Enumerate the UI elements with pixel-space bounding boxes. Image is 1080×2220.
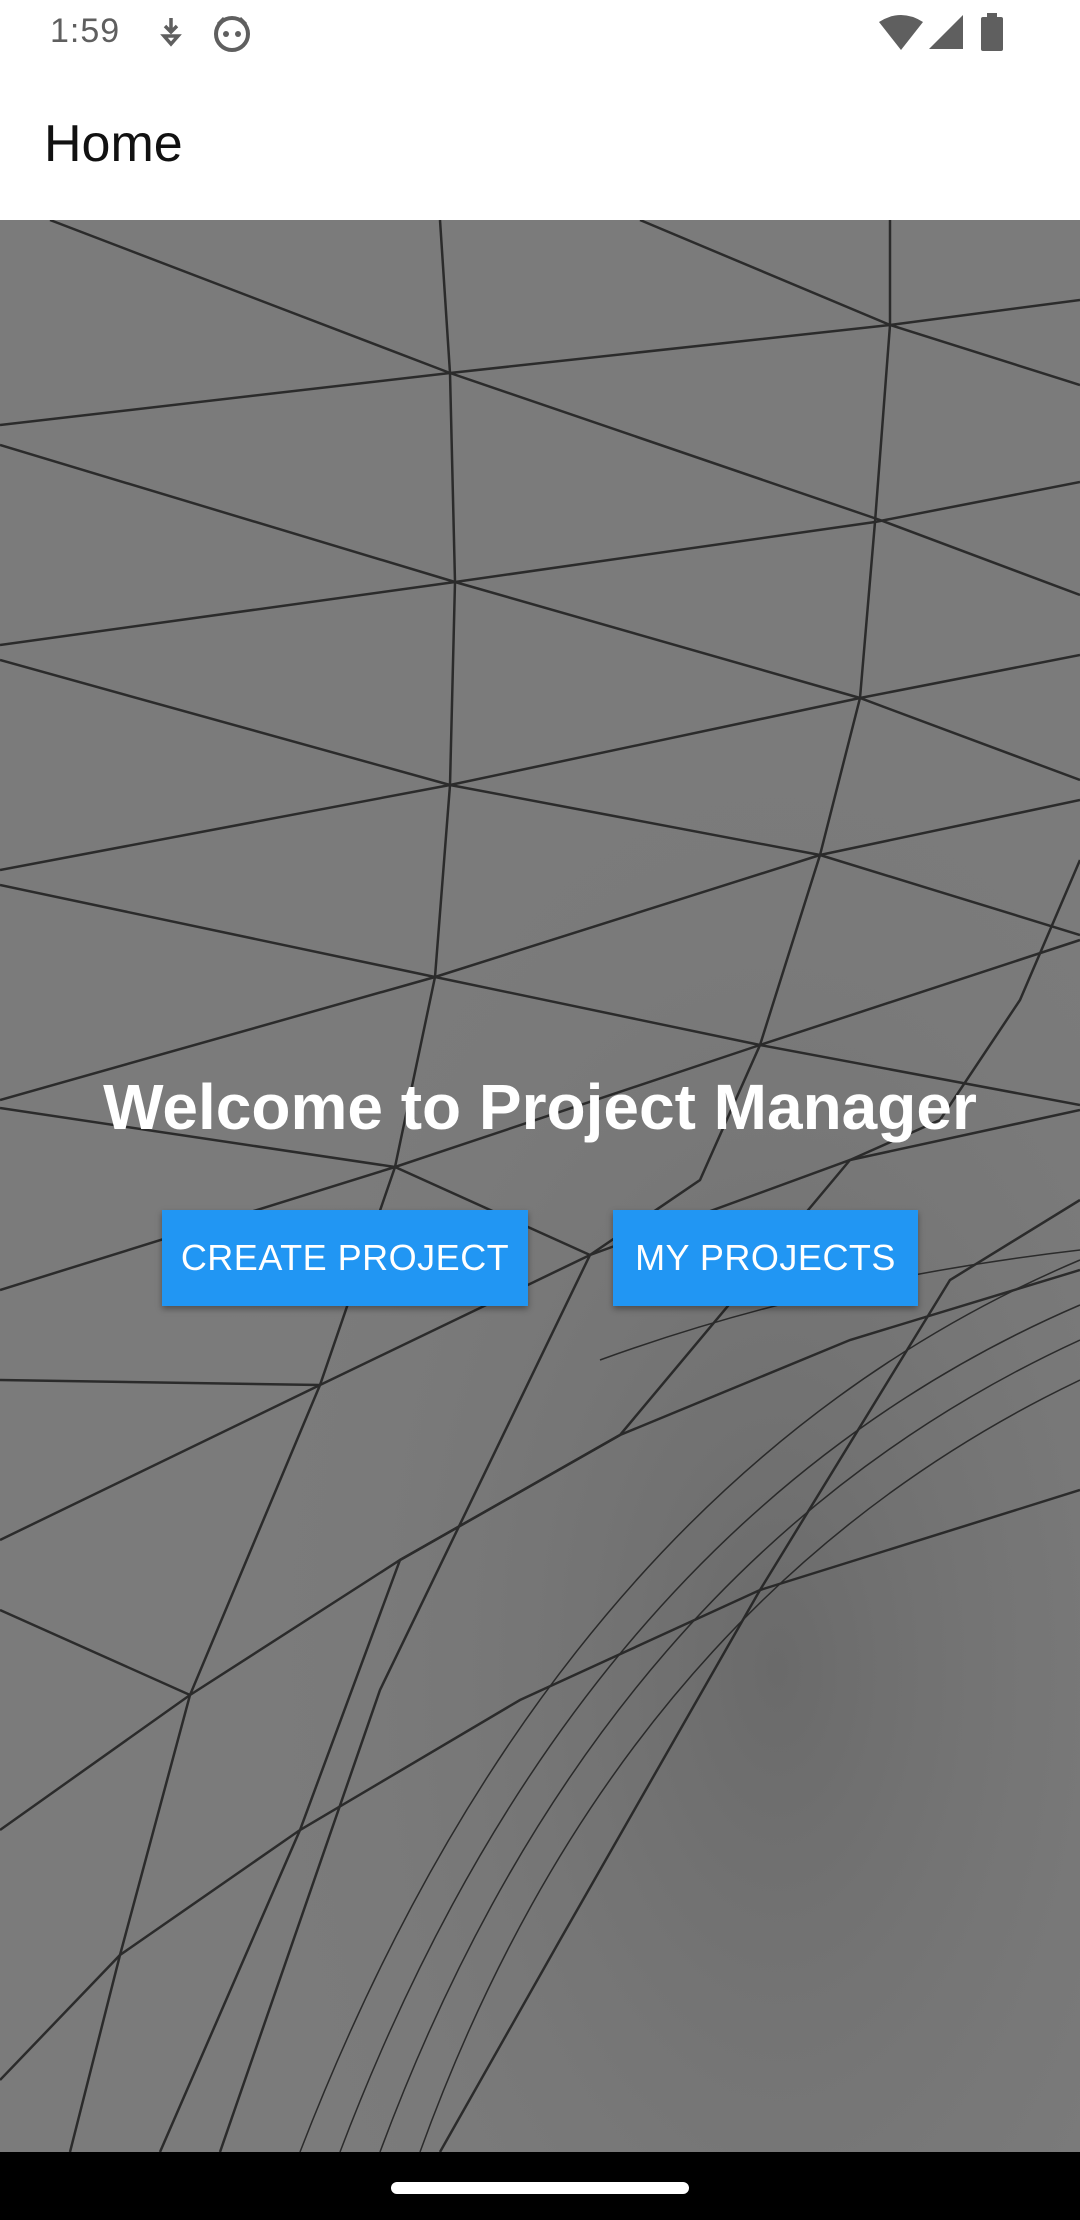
- background-wireframe-image: [0, 220, 1080, 2152]
- welcome-heading: Welcome to Project Manager: [103, 1071, 977, 1143]
- system-nav-bar: [0, 2152, 1080, 2220]
- cellular-signal-icon: [929, 15, 963, 49]
- create-project-button[interactable]: CREATE PROJECT: [162, 1210, 528, 1306]
- battery-icon: [981, 13, 1003, 51]
- android-face-icon: [214, 16, 250, 52]
- status-time: 1:59: [50, 12, 121, 50]
- page-title: Home: [44, 115, 183, 173]
- wifi-icon: [879, 15, 923, 50]
- download-icon: [160, 18, 182, 47]
- app-bar: Home: [0, 66, 1080, 220]
- status-bar: 1:59: [0, 0, 1080, 66]
- hero-section: Welcome to Project Manager CREATE PROJEC…: [0, 220, 1080, 2152]
- my-projects-button[interactable]: MY PROJECTS: [613, 1210, 918, 1306]
- home-gesture-handle[interactable]: [391, 2182, 689, 2194]
